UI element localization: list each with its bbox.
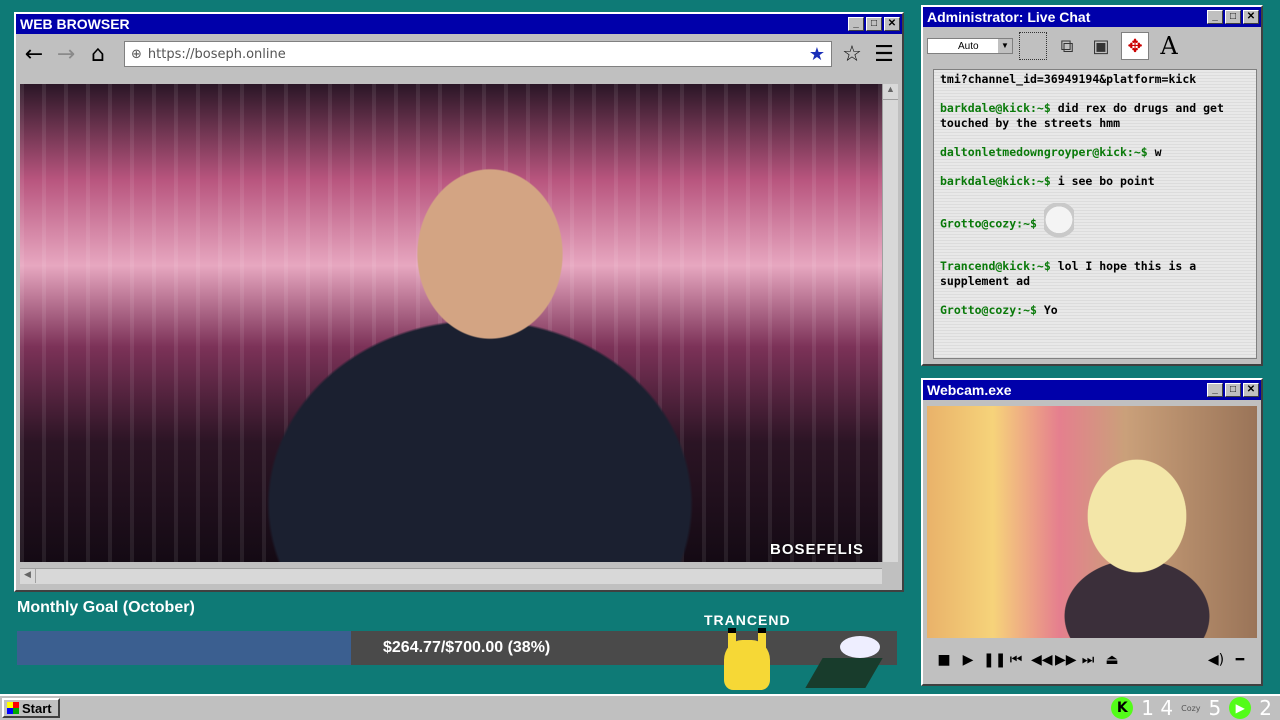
minimize-button[interactable]: _ bbox=[1207, 383, 1223, 397]
message-text: w bbox=[1154, 145, 1162, 159]
video-watermark: BOSEFELIS bbox=[769, 541, 864, 558]
chat-message: daltonletmedowngroyper@kick:~$ w bbox=[940, 145, 1250, 160]
browser-title: WEB BROWSER bbox=[20, 16, 130, 32]
horizontal-scrollbar[interactable]: ◀ bbox=[20, 568, 882, 584]
message-user: daltonletmedowngroyper@kick:~$ bbox=[940, 145, 1148, 159]
volume-icon[interactable]: ◀) bbox=[1207, 652, 1225, 668]
bookmark-star-filled-icon[interactable]: ★ bbox=[809, 44, 825, 65]
browser-navbar: ← → ⌂ ⊕ https://boseph.online ★ ☆ ☰ bbox=[16, 34, 902, 74]
skip-forward-icon[interactable]: ⏭ bbox=[1079, 652, 1097, 668]
message-user: Trancend@kick:~$ bbox=[940, 259, 1051, 273]
chat-toolbar: Auto ▼ ⧉ ▣ ✥ A bbox=[923, 27, 1261, 65]
rewind-icon[interactable]: ◀◀ bbox=[1031, 652, 1053, 668]
browser-window: WEB BROWSER _ □ ✕ ← → ⌂ ⊕ https://boseph… bbox=[14, 12, 904, 592]
message-text: Yo bbox=[1043, 303, 1058, 317]
start-button[interactable]: Start bbox=[2, 698, 60, 718]
mode-value: Auto bbox=[958, 40, 979, 52]
maximize-button[interactable]: □ bbox=[866, 17, 882, 31]
play-icon[interactable]: ▶ bbox=[959, 652, 977, 668]
chat-messages[interactable]: tmi?channel_id=36949194&platform=kick ba… bbox=[933, 69, 1257, 359]
minimize-button[interactable]: _ bbox=[848, 17, 864, 31]
media-controls: ■ ▶ ❚❚ ⏮ ◀◀ ▶▶ ⏭ ⏏ ◀) ━ bbox=[927, 642, 1257, 678]
cozy-label: Cozy bbox=[1181, 703, 1201, 713]
close-button[interactable]: ✕ bbox=[884, 17, 900, 31]
kick-viewer-count: 1 4 bbox=[1141, 696, 1174, 720]
bookmark-star-outline-icon[interactable]: ☆ bbox=[840, 42, 864, 67]
browser-titlebar[interactable]: WEB BROWSER _ □ ✕ bbox=[16, 14, 902, 34]
live-chat-window: Administrator: Live Chat _ □ ✕ Auto ▼ ⧉ … bbox=[921, 5, 1263, 366]
chat-message: Grotto@cozy:~$ bbox=[940, 203, 1250, 245]
chat-message: Trancend@kick:~$ lol I hope this is a su… bbox=[940, 259, 1250, 289]
chat-message: barkdale@kick:~$ i see bo point bbox=[940, 174, 1250, 189]
message-user: barkdale@kick:~$ bbox=[940, 174, 1051, 188]
scroll-left-icon[interactable]: ◀ bbox=[20, 569, 36, 583]
url-bar[interactable]: ⊕ https://boseph.online ★ bbox=[124, 41, 832, 67]
message-user: Grotto@cozy:~$ bbox=[940, 303, 1037, 317]
message-text: i see bo point bbox=[1057, 174, 1155, 188]
start-label: Start bbox=[22, 700, 52, 716]
copy-icon[interactable]: ⧉ bbox=[1053, 32, 1081, 60]
webcam-window: Webcam.exe _ □ ✕ ■ ▶ ❚❚ ⏮ ◀◀ ▶▶ ⏭ ⏏ ◀) ━ bbox=[921, 378, 1263, 686]
play-viewer-count: 2 bbox=[1259, 696, 1272, 720]
scroll-up-icon[interactable]: ▲ bbox=[883, 84, 898, 100]
home-icon[interactable]: ⌂ bbox=[86, 42, 110, 67]
message-user: Grotto@cozy:~$ bbox=[940, 216, 1037, 231]
chat-title: Administrator: Live Chat bbox=[927, 9, 1091, 25]
anime-emote-icon bbox=[1043, 203, 1074, 245]
close-button[interactable]: ✕ bbox=[1243, 383, 1259, 397]
maximize-button[interactable]: □ bbox=[1225, 383, 1241, 397]
video-player[interactable]: BOSEFELIS bbox=[20, 84, 882, 562]
chat-titlebar[interactable]: Administrator: Live Chat _ □ ✕ bbox=[923, 7, 1261, 27]
webcam-titlebar[interactable]: Webcam.exe _ □ ✕ bbox=[923, 380, 1261, 400]
stop-icon[interactable]: ■ bbox=[935, 652, 953, 668]
system-tray: K 1 4 Cozy 5 ▶ 2 bbox=[1111, 696, 1272, 720]
forward-arrow-icon[interactable]: → bbox=[54, 42, 78, 67]
close-button[interactable]: ✕ bbox=[1243, 10, 1259, 24]
globe-icon: ⊕ bbox=[131, 46, 142, 62]
goal-progress-fill bbox=[17, 631, 352, 665]
move-icon[interactable]: ✥ bbox=[1121, 32, 1149, 60]
fast-forward-icon[interactable]: ▶▶ bbox=[1055, 652, 1077, 668]
top-donor-label: TRANCEND bbox=[704, 612, 791, 628]
maximize-button[interactable]: □ bbox=[1225, 10, 1241, 24]
webcam-title: Webcam.exe bbox=[927, 382, 1012, 398]
minimize-button[interactable]: _ bbox=[1207, 10, 1223, 24]
chat-message: barkdale@kick:~$ did rex do drugs and ge… bbox=[940, 101, 1250, 131]
message-text: tmi?channel_id=36949194&platform=kick bbox=[940, 72, 1197, 86]
message-user: barkdale@kick:~$ bbox=[940, 101, 1051, 115]
play-icon: ▶ bbox=[1229, 697, 1252, 719]
pikachu-sprite bbox=[724, 628, 770, 690]
pause-icon[interactable]: ❚❚ bbox=[983, 652, 1006, 668]
kick-icon: K bbox=[1111, 697, 1134, 719]
font-icon[interactable]: A bbox=[1155, 32, 1183, 60]
chat-message: Grotto@cozy:~$ Yo bbox=[940, 303, 1250, 318]
paste-icon[interactable]: ▣ bbox=[1087, 32, 1115, 60]
taskbar: Start K 1 4 Cozy 5 ▶ 2 bbox=[0, 694, 1280, 720]
cozy-viewer-count: 5 bbox=[1208, 696, 1222, 720]
select-tool-icon[interactable] bbox=[1019, 32, 1047, 60]
goal-title: Monthly Goal (October) bbox=[17, 599, 195, 616]
windows-logo-icon bbox=[7, 702, 19, 714]
volume-slider[interactable]: ━ bbox=[1231, 652, 1249, 668]
mode-select[interactable]: Auto ▼ bbox=[927, 38, 1013, 54]
runner-sprite bbox=[800, 636, 886, 690]
menu-icon[interactable]: ☰ bbox=[872, 42, 896, 67]
skip-back-icon[interactable]: ⏮ bbox=[1007, 652, 1025, 668]
chat-message: tmi?channel_id=36949194&platform=kick bbox=[940, 72, 1250, 87]
vertical-scrollbar[interactable]: ▲ bbox=[882, 84, 898, 562]
url-text: https://boseph.online bbox=[147, 46, 286, 62]
webcam-feed bbox=[927, 406, 1257, 638]
chevron-down-icon[interactable]: ▼ bbox=[998, 39, 1012, 53]
back-arrow-icon[interactable]: ← bbox=[22, 42, 46, 67]
eject-icon[interactable]: ⏏ bbox=[1103, 652, 1121, 668]
goal-progress-text: $264.77/$700.00 (38%) bbox=[383, 639, 551, 656]
